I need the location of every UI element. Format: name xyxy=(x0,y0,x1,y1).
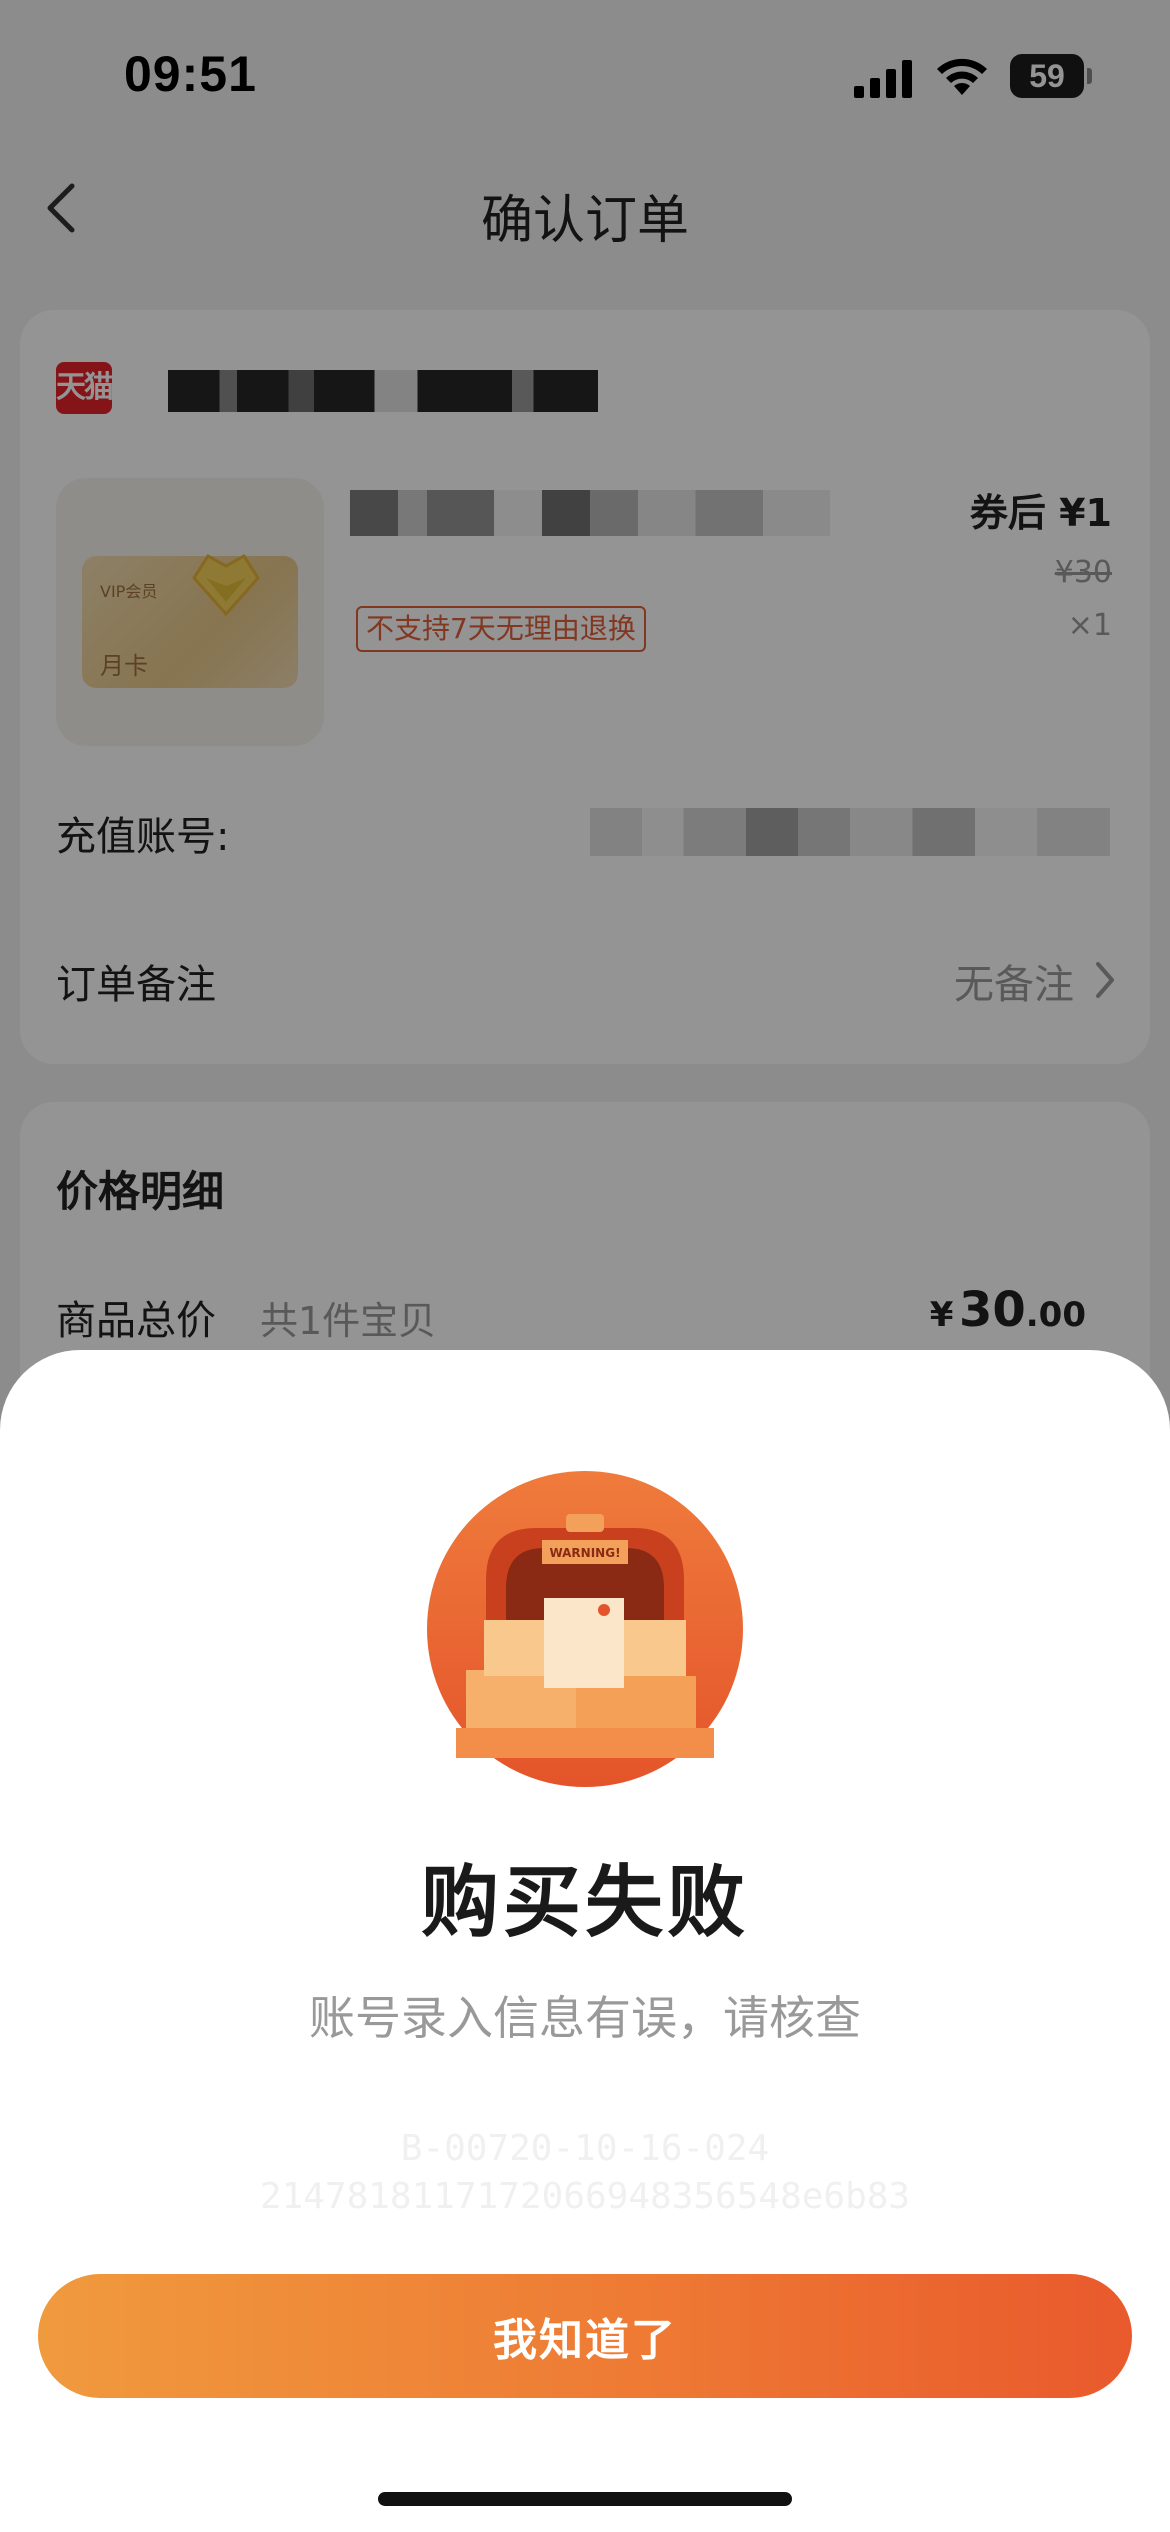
error-code-line-2: 2147818117172066948356548e6b83 xyxy=(259,2176,911,2217)
home-indicator[interactable] xyxy=(378,2492,792,2506)
acknowledge-button[interactable]: 我知道了 xyxy=(38,2274,1132,2398)
error-code-line-1: B-00720-10-16-024 xyxy=(400,2128,770,2169)
dialog-title: 购买失败 xyxy=(420,1858,749,1948)
warning-box-illustration: WARNING! xyxy=(427,1471,743,1787)
warning-label: WARNING! xyxy=(549,1546,620,1560)
purchase-failed-sheet: WARNING! 购买失败 账号录入信息有误，请核查 B-00720-10-16… xyxy=(0,1350,1170,2532)
dialog-message: 账号录入信息有误，请核查 xyxy=(309,1991,861,2045)
